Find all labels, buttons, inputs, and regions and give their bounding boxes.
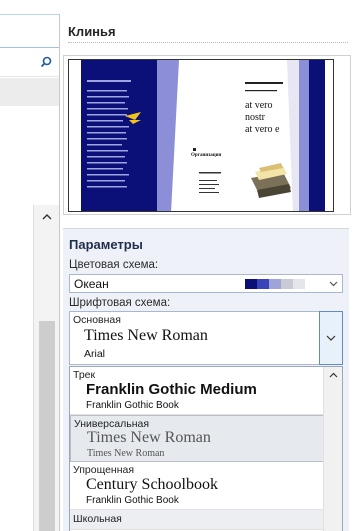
font-scheme-list[interactable]: Трек Franklin Gothic Medium Franklin Got… [69,366,343,531]
font-list-item[interactable]: Трек Franklin Gothic Medium Franklin Got… [70,367,324,415]
template-preview[interactable]: at vero nostr at vero e Организация [63,55,351,215]
left-scrollbar[interactable] [33,205,59,531]
color-swatch [293,279,305,289]
left-search-field[interactable] [0,47,59,77]
color-scheme-dropdown-button[interactable] [324,275,342,292]
pane-title: Клинья [68,24,116,39]
font-item-category: Упрощенная [73,464,135,476]
scroll-up-button[interactable] [324,367,342,383]
font-item-body: Franklin Gothic Book [86,495,179,506]
parameters-title: Параметры [69,237,143,252]
color-swatch [269,279,281,289]
preview-text-line-1: at vero [245,100,273,111]
font-list-item[interactable]: Школьная [70,510,324,530]
color-scheme-select[interactable]: Океан [69,274,343,293]
font-list-item[interactable]: Упрощенная Century Schoolbook Franklin G… [70,462,324,510]
preview-text-line-3: at vero e [245,124,280,135]
template-pane: Клинья at vero nostr at vero e Организац… [61,0,361,531]
parameters-panel: Параметры Цветовая схема: Океан Шрифтова… [63,228,349,531]
brochure-illustration [81,60,325,211]
color-scheme-value: Океан [74,277,109,291]
color-swatch [281,279,293,289]
chevron-up-icon [329,372,338,378]
color-swatch [257,279,269,289]
font-list-scrollbar[interactable] [323,367,342,531]
chevron-down-icon [326,335,336,341]
left-list-item[interactable] [0,78,59,106]
chevron-down-icon [329,281,337,286]
left-bottom-area [0,308,33,531]
font-scheme-body: Arial [84,348,106,360]
font-item-heading: Century Schoolbook [86,476,218,493]
font-item-heading: Franklin Gothic Medium [86,381,257,398]
chevron-up-icon [42,213,52,219]
left-panel [0,0,60,531]
search-button[interactable] [33,48,59,76]
color-swatches [245,279,305,289]
font-scheme-category: Основная [73,314,121,326]
left-scroll-thumb[interactable] [39,321,55,531]
font-scheme-select[interactable]: Основная Times New Roman Arial [69,311,343,365]
preview-org-label: Организация [191,153,222,158]
font-item-heading: Times New Roman [87,429,211,446]
scroll-up-button[interactable] [34,205,60,227]
font-scheme-label: Шрифтовая схема: [69,297,171,309]
brochure-thumbnail: at vero nostr at vero e Организация [68,59,334,212]
preview-text-line-2: nostr [245,112,265,123]
color-swatch [245,279,257,289]
font-list-item-selected[interactable]: Универсальная Times New Roman Times New … [70,415,324,462]
color-scheme-label: Цветовая схема: [69,259,159,271]
font-item-category: Трек [73,369,96,381]
title-divider [68,42,348,43]
font-item-body: Franklin Gothic Book [86,400,179,411]
font-scheme-heading: Times New Roman [84,327,208,344]
left-top-strip [0,0,60,15]
font-item-body: Times New Roman [87,448,165,459]
font-scheme-dropdown-button[interactable] [319,311,343,365]
search-icon [40,56,52,68]
font-item-category: Школьная [73,513,122,525]
